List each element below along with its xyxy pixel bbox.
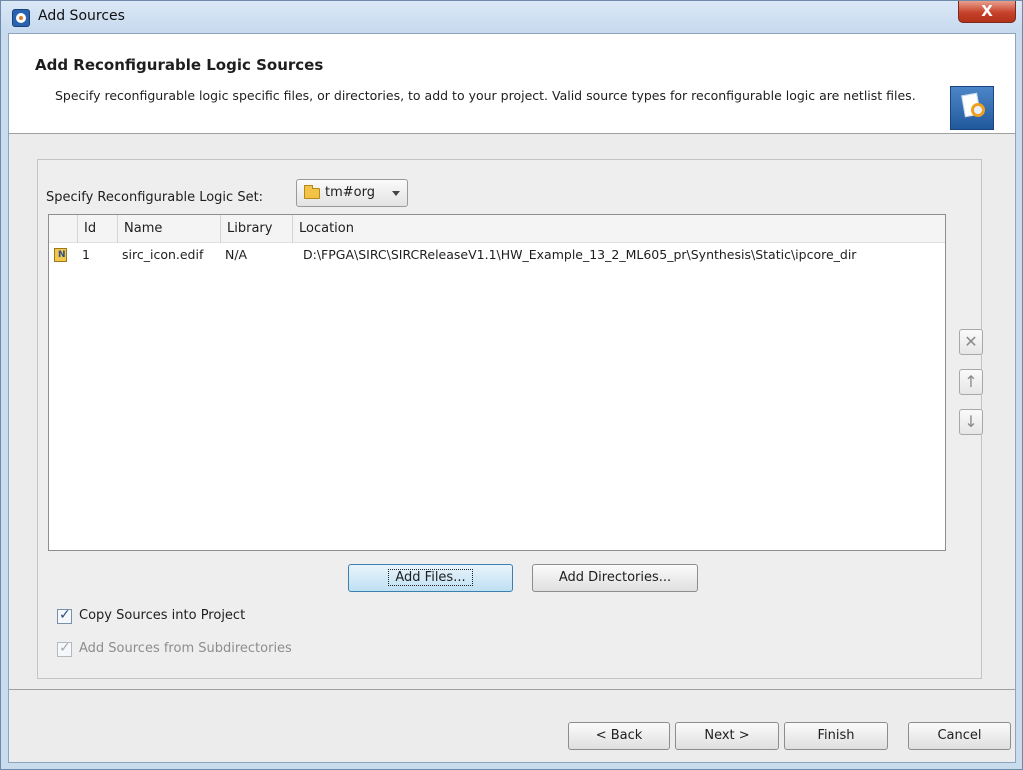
back-button[interactable]: < Back — [568, 722, 670, 750]
column-header-id[interactable]: Id — [78, 215, 118, 243]
column-header-name[interactable]: Name — [118, 215, 221, 243]
sources-table[interactable]: Id Name Library Location 1 sirc_icon.edi… — [48, 214, 946, 551]
copy-sources-checkbox[interactable] — [57, 607, 72, 624]
arrow-up-icon: ↑ — [964, 372, 978, 391]
folder-icon — [304, 185, 320, 199]
logic-set-label: Specify Reconfigurable Logic Set: — [46, 190, 264, 205]
chevron-down-icon — [392, 191, 400, 196]
logic-set-value: tm#org — [325, 185, 375, 200]
add-sources-dialog: Add Sources X Add Reconfigurable Logic S… — [0, 0, 1023, 770]
table-row[interactable]: 1 sirc_icon.edif N/A D:\FPGA\SIRC\SIRCRe… — [49, 244, 945, 266]
page-description: Specify reconfigurable logic specific fi… — [55, 88, 916, 103]
column-header-location[interactable]: Location — [293, 215, 943, 243]
copy-sources-label: Copy Sources into Project — [79, 608, 246, 623]
add-files-button[interactable]: Add Files... — [348, 564, 513, 592]
add-subdirs-label: Add Sources from Subdirectories — [79, 641, 292, 656]
column-header-library[interactable]: Library — [221, 215, 293, 243]
logic-set-dropdown[interactable]: tm#org — [296, 179, 408, 207]
add-subdirs-checkbox[interactable] — [57, 640, 72, 657]
next-button[interactable]: Next > — [675, 722, 779, 750]
add-files-label: Add Files... — [388, 569, 473, 586]
close-icon: ✕ — [964, 332, 978, 351]
add-directories-label: Add Directories... — [558, 570, 672, 585]
row-library: N/A — [225, 247, 248, 262]
add-directories-button[interactable]: Add Directories... — [532, 564, 698, 592]
row-name: sirc_icon.edif — [122, 247, 204, 262]
move-up-button[interactable]: ↑ — [959, 369, 983, 395]
app-icon — [12, 9, 30, 27]
row-id: 1 — [82, 247, 90, 262]
column-header-icon — [49, 215, 78, 243]
netlist-file-icon — [54, 248, 67, 262]
window-title: Add Sources — [38, 8, 125, 24]
footer-divider — [9, 689, 1015, 690]
move-down-button[interactable]: ↓ — [959, 409, 983, 435]
table-header: Id Name Library Location — [49, 215, 945, 243]
cancel-button[interactable]: Cancel — [908, 722, 1011, 750]
finish-button[interactable]: Finish — [784, 722, 888, 750]
page-title: Add Reconfigurable Logic Sources — [35, 56, 324, 74]
add-sources-icon — [950, 86, 994, 130]
row-location: D:\FPGA\SIRC\SIRCReleaseV1.1\HW_Example_… — [303, 247, 857, 262]
header-banner: Add Reconfigurable Logic Sources Specify… — [9, 34, 1015, 134]
close-button[interactable]: X — [958, 1, 1016, 23]
remove-button[interactable]: ✕ — [959, 329, 983, 355]
title-bar: Add Sources X — [1, 1, 1022, 33]
arrow-down-icon: ↓ — [964, 412, 978, 431]
